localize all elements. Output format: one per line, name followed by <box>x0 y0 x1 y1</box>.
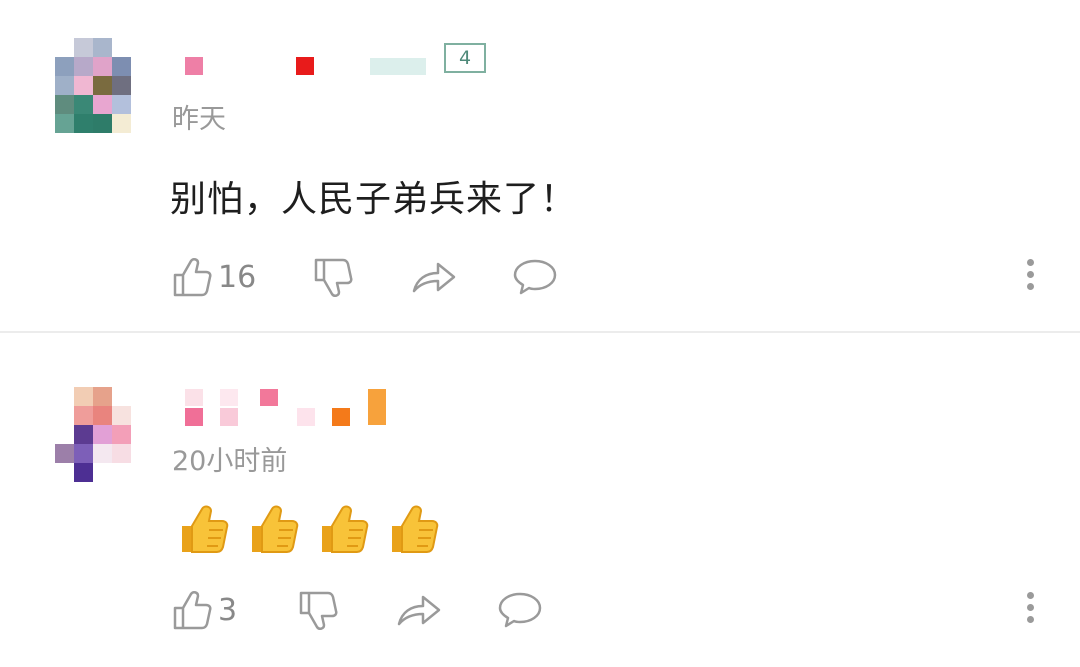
avatar[interactable] <box>55 38 131 134</box>
username-blurred[interactable] <box>180 386 400 430</box>
thumbs-down-outline-icon <box>314 258 353 297</box>
comment-time: 昨天 <box>172 104 226 135</box>
more-options-button[interactable] <box>1025 259 1035 299</box>
vertical-dots-icon <box>1025 592 1035 623</box>
dislike-button[interactable] <box>298 587 338 633</box>
share-button[interactable] <box>411 254 457 300</box>
share-arrow-icon <box>397 595 441 626</box>
reply-button[interactable] <box>512 254 558 300</box>
like-button[interactable]: 16 <box>172 254 256 300</box>
dislike-button[interactable] <box>313 254 353 300</box>
level-badge: 4 <box>444 43 486 73</box>
like-count: 16 <box>218 259 257 295</box>
thumbs-up-emoji-icon <box>182 505 229 553</box>
reply-button[interactable] <box>497 587 543 633</box>
like-count: 3 <box>218 592 238 628</box>
comment-divider <box>0 331 1080 333</box>
thumbs-down-outline-icon <box>299 591 338 630</box>
avatar[interactable] <box>55 387 131 483</box>
comment-text: 别怕，人民子弟兵来了！ <box>170 179 578 220</box>
speech-bubble-icon <box>498 592 542 628</box>
vertical-dots-icon <box>1025 259 1035 290</box>
comment-emoji-content <box>176 500 442 558</box>
comment-item: 4 昨天 别怕，人民子弟兵来了！ 16 <box>0 0 1080 332</box>
thumbs-up-outline-icon <box>173 258 212 297</box>
username-blurred[interactable] <box>180 52 480 75</box>
thumbs-up-emoji-icon <box>392 505 439 553</box>
comment-item: 20小时前 3 <box>0 334 1080 667</box>
like-button[interactable]: 3 <box>172 587 237 633</box>
comment-actions: 16 <box>0 254 1080 300</box>
comment-actions: 3 <box>0 587 1080 633</box>
thumbs-up-emoji-icon <box>322 505 369 553</box>
thumbs-up-outline-icon <box>173 591 212 630</box>
speech-bubble-icon <box>513 259 557 295</box>
comment-time: 20小时前 <box>172 446 288 477</box>
thumbs-up-emoji-icon <box>252 505 299 553</box>
share-arrow-icon <box>412 262 456 293</box>
share-button[interactable] <box>396 587 442 633</box>
more-options-button[interactable] <box>1025 592 1035 632</box>
